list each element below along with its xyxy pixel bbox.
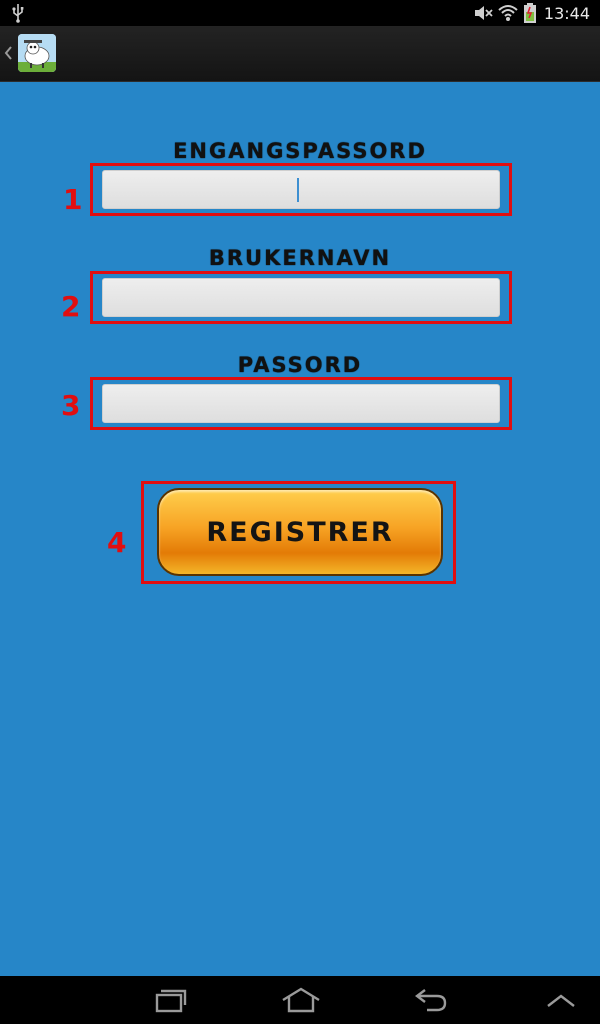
username-label: BRUKERNAVN [208,246,392,270]
app-logo-icon[interactable] [18,34,56,72]
annotation-box-4: REGISTRER [141,481,456,584]
password-input[interactable] [102,384,500,423]
back-chevron-icon[interactable] [3,45,13,61]
recent-apps-icon[interactable] [152,986,188,1014]
mute-icon [474,6,493,20]
status-time: 13:44 [543,3,590,23]
annotation-number-1: 1 [63,183,83,216]
action-bar [0,26,600,82]
annotation-box-1 [90,163,512,216]
text-cursor [297,178,299,202]
annotation-number-3: 3 [61,389,81,422]
battery-icon [523,3,536,23]
menu-up-icon[interactable] [545,992,577,1010]
username-input[interactable] [102,278,500,317]
annotation-box-2 [90,271,512,324]
one-time-password-input[interactable] [102,170,500,209]
usb-icon [12,4,24,23]
wifi-icon [498,5,518,21]
navigation-bar [0,976,600,1024]
registration-form: ENGANGSPASSORD 1 BRUKERNAVN 2 PASSORD 3 … [0,82,600,976]
annotation-number-2: 2 [61,290,81,323]
one-time-password-label: ENGANGSPASSORD [173,139,427,163]
annotation-box-3 [90,377,512,430]
password-label: PASSORD [237,353,363,377]
home-icon[interactable] [280,986,322,1014]
register-button[interactable]: REGISTRER [157,488,443,576]
status-bar: 13:44 [0,0,600,26]
back-icon[interactable] [413,986,449,1014]
annotation-number-4: 4 [107,526,127,559]
